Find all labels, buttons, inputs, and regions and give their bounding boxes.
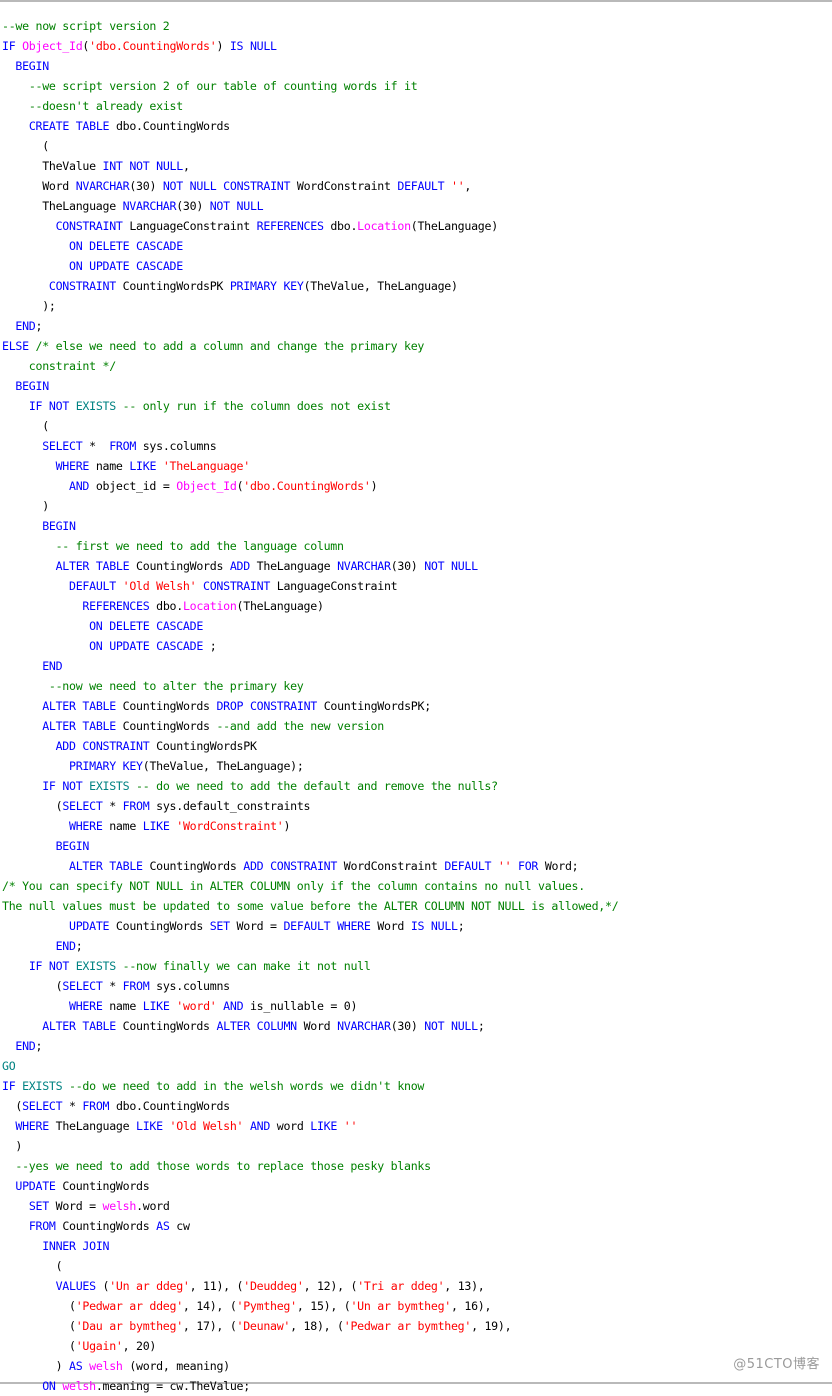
code-line: SELECT * FROM sys.columns (42, 438, 217, 453)
code-line: WHERE name LIKE 'TheLanguage' (55, 458, 251, 473)
code-line: --we script version 2 of our table of co… (28, 78, 418, 93)
code-line: ALTER TABLE CountingWords ADD TheLanguag… (55, 558, 478, 573)
code-line: ALTER TABLE CountingWords ALTER COLUMN W… (42, 1018, 485, 1033)
code-line: IF Object_Id('dbo.CountingWords') IS NUL… (2, 38, 277, 53)
code-line: ('Dau ar bymtheg', 17), ('Deunaw', 18), … (2, 1318, 512, 1333)
code-line: --yes we need to add those words to repl… (15, 1158, 431, 1173)
code-line: (SELECT * FROM dbo.CountingWords (2, 1098, 230, 1113)
code-line: --doesn't already exist (28, 98, 183, 113)
code-line: CONSTRAINT CountingWordsPK PRIMARY KEY(T… (48, 278, 458, 293)
code-line: IF NOT EXISTS -- do we need to add the d… (42, 778, 498, 793)
code-line: END; (15, 1038, 43, 1053)
code-line: SET Word = welsh.word (28, 1198, 170, 1213)
code-line: DEFAULT 'Old Welsh' CONSTRAINT LanguageC… (69, 578, 398, 593)
code-line: END; (15, 318, 43, 333)
code-line: CREATE TABLE dbo.CountingWords (28, 118, 230, 133)
code-line: constraint */ (2, 358, 116, 373)
code-line: GO (2, 1058, 16, 1073)
code-line: (SELECT * FROM sys.default_constraints (2, 798, 311, 813)
code-line: ON DELETE CASCADE (69, 238, 183, 253)
code-line: BEGIN (55, 838, 90, 853)
code-line: ALTER TABLE CountingWords --and add the … (42, 718, 384, 733)
code-line: BEGIN (42, 518, 76, 533)
code-line: IF NOT EXISTS -- only run if the column … (28, 398, 391, 413)
code-line: END; (55, 938, 83, 953)
code-line: UPDATE CountingWords (15, 1178, 150, 1193)
code-line: REFERENCES dbo.Location(TheLanguage) (82, 598, 324, 613)
code-line: -- first we need to add the language col… (55, 538, 344, 553)
code-line: (SELECT * FROM sys.columns (2, 978, 231, 993)
code-line: IF EXISTS --do we need to add in the wel… (2, 1078, 425, 1093)
code-line: --now we need to alter the primary key (48, 678, 304, 693)
code-line: ) (2, 498, 49, 513)
code-line: ON UPDATE CASCADE ; (89, 638, 217, 653)
code-line: ALTER TABLE CountingWords DROP CONSTRAIN… (42, 698, 431, 713)
code-line: ( (2, 138, 49, 153)
code-line: FROM CountingWords AS cw (28, 1218, 190, 1233)
code-line: BEGIN (15, 378, 49, 393)
code-line: ) AS welsh (word, meaning) (2, 1358, 231, 1373)
code-line: UPDATE CountingWords SET Word = DEFAULT … (69, 918, 465, 933)
code-line: WHERE name LIKE 'word' AND is_nullable =… (69, 998, 358, 1013)
code-line: Word NVARCHAR(30) NOT NULL CONSTRAINT Wo… (42, 178, 472, 193)
code-line: VALUES ('Un ar ddeg', 11), ('Deuddeg', 1… (55, 1278, 485, 1293)
code-line: ( (2, 1258, 63, 1273)
code-line: TheValue INT NOT NULL, (42, 158, 190, 173)
code-line: ALTER TABLE CountingWords ADD CONSTRAINT… (69, 858, 579, 873)
code-editor-pane: --we now script version 2 IF Object_Id('d… (0, 0, 832, 1393)
code-line: WHERE TheLanguage LIKE 'Old Welsh' AND w… (15, 1118, 358, 1133)
code-line: The null values must be updated to some … (2, 898, 619, 913)
code-line: CONSTRAINT LanguageConstraint REFERENCES… (55, 218, 499, 233)
code-line: WHERE name LIKE 'WordConstraint') (69, 818, 291, 833)
code-line: ON DELETE CASCADE (89, 618, 204, 633)
code-line: ON welsh.meaning = cw.TheValue; (42, 1378, 250, 1393)
sql-code-listing[interactable]: --we now script version 2 IF Object_Id('d… (0, 14, 832, 1396)
code-line: INNER JOIN (42, 1238, 110, 1253)
code-line: PRIMARY KEY(TheValue, TheLanguage); (69, 758, 304, 773)
code-line: ADD CONSTRAINT CountingWordsPK (55, 738, 257, 753)
code-line: END (42, 658, 63, 673)
code-line: IF NOT EXISTS --now finally we can make … (28, 958, 371, 973)
code-line: BEGIN (15, 58, 49, 73)
code-line: ('Ugain', 20) (2, 1338, 157, 1353)
code-line: ELSE /* else we need to add a column and… (2, 338, 425, 353)
code-line: TheLanguage NVARCHAR(30) NOT NULL (42, 198, 264, 213)
code-line: ('Pedwar ar ddeg', 14), ('Pymtheg', 15),… (2, 1298, 492, 1313)
code-line: ); (2, 298, 56, 313)
code-line: /* You can specify NOT NULL in ALTER COL… (2, 878, 585, 893)
code-line: ( (2, 418, 49, 433)
code-line: ) (2, 1138, 23, 1153)
code-line: AND object_id = Object_Id('dbo.CountingW… (69, 478, 378, 493)
code-line: ON UPDATE CASCADE (69, 258, 183, 273)
code-line: --we now script version 2 (2, 18, 170, 33)
watermark-label: @51CTO博客 (733, 1357, 820, 1372)
